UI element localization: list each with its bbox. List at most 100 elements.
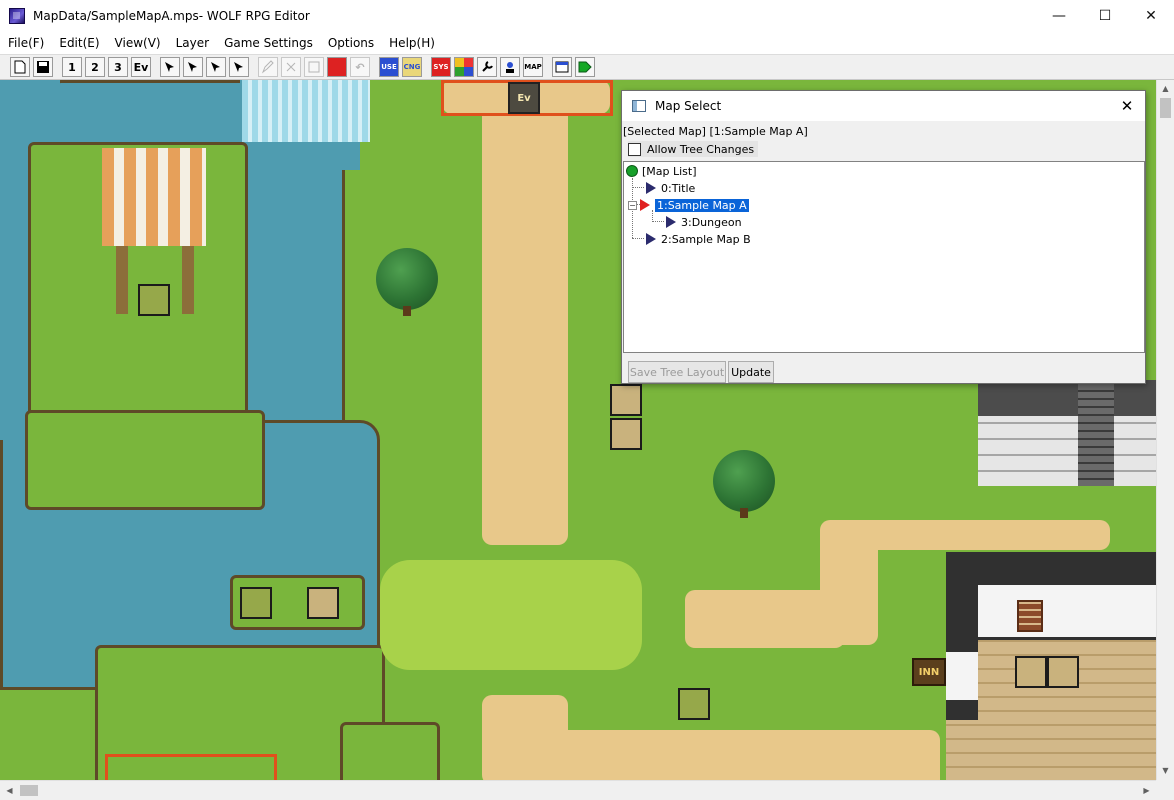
save-icon[interactable] bbox=[33, 57, 53, 77]
tree-item-title[interactable]: 0:Title bbox=[646, 180, 695, 196]
east-path-upper bbox=[820, 520, 1110, 550]
close-button[interactable]: ✕ bbox=[1128, 0, 1174, 32]
fenced-plot bbox=[340, 722, 440, 780]
new-file-icon[interactable] bbox=[10, 57, 30, 77]
tree-item-label: 3:Dungeon bbox=[681, 215, 742, 229]
scroll-down-icon[interactable]: ▼ bbox=[1157, 762, 1174, 779]
event-layer-button[interactable]: Ev bbox=[131, 57, 151, 77]
map-select-button[interactable]: MAP bbox=[523, 57, 543, 77]
zoom-3-icon[interactable] bbox=[206, 57, 226, 77]
event-house-marker[interactable] bbox=[307, 587, 339, 619]
common-event-icon[interactable] bbox=[500, 57, 520, 77]
tree-item-sample-map-b[interactable]: 2:Sample Map B bbox=[646, 231, 751, 247]
green-circle-icon bbox=[626, 165, 638, 177]
rectangle-icon[interactable] bbox=[304, 57, 324, 77]
undo-icon[interactable]: ↶ bbox=[350, 57, 370, 77]
update-button[interactable]: Update bbox=[728, 361, 774, 383]
game-window-icon[interactable] bbox=[552, 57, 572, 77]
tree-north bbox=[376, 248, 438, 310]
changeable-database-button[interactable]: CNG bbox=[402, 57, 422, 77]
maximize-button[interactable]: ☐ bbox=[1082, 0, 1128, 32]
stall-post-right bbox=[182, 246, 194, 314]
horizontal-scrollbar[interactable]: ◀ ▶ bbox=[0, 780, 1156, 800]
tree-guide-line bbox=[632, 238, 644, 239]
menu-help[interactable]: Help(H) bbox=[381, 32, 442, 54]
map-tree[interactable]: [Map List] 0:Title − 1:Sample Map A 3:Du… bbox=[623, 161, 1145, 353]
menu-view[interactable]: View(V) bbox=[107, 32, 168, 54]
castle-wall bbox=[978, 416, 1156, 486]
horizontal-scroll-thumb[interactable] bbox=[20, 785, 38, 796]
menu-layer[interactable]: Layer bbox=[168, 32, 216, 54]
layer-2-button[interactable]: 2 bbox=[85, 57, 105, 77]
event-ev-tile[interactable]: Ev bbox=[508, 82, 540, 114]
toolbar: 1 2 3 Ev ↶ USE CNG SYS MAP bbox=[0, 54, 1174, 80]
castle-stairs bbox=[1078, 380, 1114, 486]
vertical-scrollbar[interactable]: ▲ ▼ bbox=[1156, 80, 1174, 780]
tree-item-label: 2:Sample Map B bbox=[661, 232, 751, 246]
system-database-button[interactable]: SYS bbox=[431, 57, 451, 77]
user-database-button[interactable]: USE bbox=[379, 57, 399, 77]
tileset-settings-icon[interactable] bbox=[454, 57, 474, 77]
inn-window bbox=[1017, 600, 1043, 632]
grass-clearing bbox=[380, 560, 642, 670]
tree-east-trunk bbox=[740, 508, 748, 518]
castle-wall-top bbox=[978, 380, 1156, 416]
wolf-editor-app-icon bbox=[9, 8, 25, 24]
cursor-mode-icon[interactable] bbox=[327, 57, 347, 77]
fill-icon[interactable] bbox=[281, 57, 301, 77]
test-play-icon[interactable] bbox=[575, 57, 595, 77]
menu-file[interactable]: File(F) bbox=[0, 32, 51, 54]
save-tree-layout-button[interactable]: Save Tree Layout bbox=[628, 361, 726, 383]
scroll-up-icon[interactable]: ▲ bbox=[1157, 80, 1174, 97]
map-select-title: Map Select bbox=[655, 99, 722, 113]
zoom-1-icon[interactable] bbox=[160, 57, 180, 77]
tree-root[interactable]: [Map List] bbox=[626, 163, 697, 179]
map-select-title-bar[interactable]: Map Select ✕ bbox=[622, 91, 1145, 121]
tree-item-sample-map-a[interactable]: − 1:Sample Map A bbox=[628, 197, 749, 213]
map-triangle-icon bbox=[646, 182, 656, 194]
scroll-left-icon[interactable]: ◀ bbox=[1, 782, 18, 799]
tree-north-trunk bbox=[403, 306, 411, 316]
layer-1-button[interactable]: 1 bbox=[62, 57, 82, 77]
menu-bar: File(F) Edit(E) View(V) Layer Game Setti… bbox=[0, 32, 1174, 54]
pencil-icon[interactable] bbox=[258, 57, 278, 77]
allow-tree-changes-checkbox[interactable]: Allow Tree Changes bbox=[628, 141, 759, 157]
event-inn-counter[interactable] bbox=[1047, 656, 1079, 688]
minimize-button[interactable]: — bbox=[1036, 0, 1082, 32]
menu-edit[interactable]: Edit(E) bbox=[51, 32, 106, 54]
window-icon bbox=[632, 100, 646, 112]
waterfall bbox=[242, 80, 370, 142]
market-stall-awning bbox=[102, 148, 206, 246]
tree-item-dungeon[interactable]: 3:Dungeon bbox=[666, 214, 742, 230]
window-title: MapData/SampleMapA.mps- WOLF RPG Editor bbox=[33, 9, 310, 23]
stall-post-left bbox=[116, 246, 128, 314]
tree-item-label: 0:Title bbox=[661, 181, 696, 195]
selected-map-triangle-icon bbox=[640, 199, 650, 211]
event-signpost[interactable] bbox=[610, 384, 642, 416]
map-triangle-icon bbox=[666, 216, 676, 228]
window-controls: — ☐ ✕ bbox=[1036, 0, 1174, 32]
map-select-dialog: Map Select ✕ [Selected Map] [1:Sample Ma… bbox=[621, 90, 1146, 384]
event-villager[interactable] bbox=[678, 688, 710, 720]
zoom-4-icon[interactable] bbox=[229, 57, 249, 77]
menu-options[interactable]: Options bbox=[320, 32, 381, 54]
event-npc[interactable] bbox=[610, 418, 642, 450]
map-select-close-button[interactable]: ✕ bbox=[1117, 96, 1137, 116]
menu-game-settings[interactable]: Game Settings bbox=[216, 32, 320, 54]
layer-3-button[interactable]: 3 bbox=[108, 57, 128, 77]
tree-guide-line bbox=[632, 187, 644, 188]
stall-event[interactable] bbox=[138, 284, 170, 316]
checkbox-box[interactable] bbox=[628, 142, 641, 156]
event-innkeeper[interactable] bbox=[1015, 656, 1047, 688]
vertical-scroll-thumb[interactable] bbox=[1160, 98, 1171, 118]
island-grass-lower bbox=[25, 410, 265, 510]
inn-entrance-wall bbox=[946, 652, 978, 700]
wrench-icon[interactable] bbox=[477, 57, 497, 77]
zoom-2-icon[interactable] bbox=[183, 57, 203, 77]
scroll-right-icon[interactable]: ▶ bbox=[1138, 782, 1155, 799]
collapse-icon[interactable]: − bbox=[628, 200, 637, 210]
bottom-transfer-frame[interactable] bbox=[105, 754, 277, 780]
event-chest[interactable] bbox=[240, 587, 272, 619]
inn-back-wall bbox=[978, 585, 1156, 637]
inn-sign: INN bbox=[912, 658, 946, 686]
